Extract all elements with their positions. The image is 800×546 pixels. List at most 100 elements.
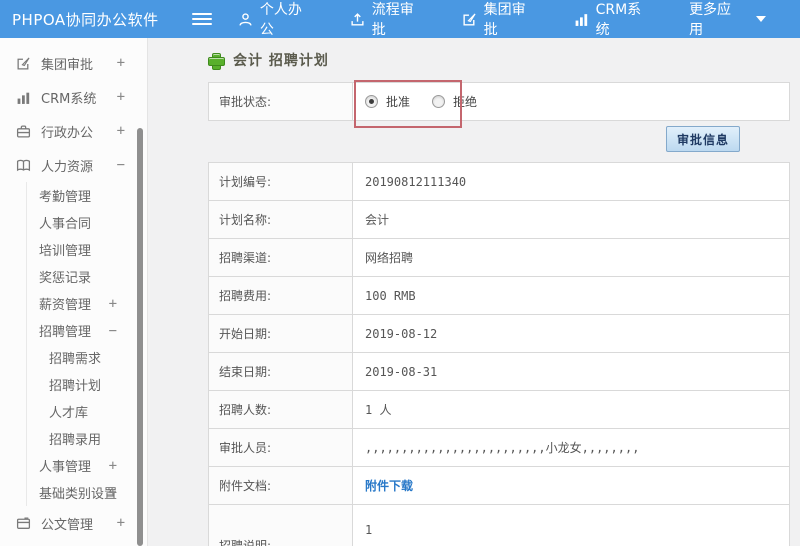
table-row: 计划名称: 会计: [208, 200, 790, 239]
table-row: 招聘人数: 1 人: [208, 390, 790, 429]
approval-radio-group: 批准 拒绝: [365, 93, 777, 110]
approval-section: 审批状态: 批准 拒绝 审批信息: [208, 80, 790, 157]
sidebar-item-recruit-plan[interactable]: 招聘计划: [26, 371, 147, 398]
field-label: 招聘渠道:: [208, 238, 353, 277]
sidebar-item-group-approval[interactable]: 集团审批 +: [0, 46, 147, 80]
expand-toggle[interactable]: +: [117, 515, 125, 531]
document-icon: [16, 516, 32, 531]
sidebar-item-reward-punish[interactable]: 奖惩记录: [26, 263, 147, 290]
radio-unchecked-icon[interactable]: [432, 95, 446, 108]
app-logo: PHPOA协同办公软件: [12, 10, 159, 29]
bar-chart-icon: [16, 90, 32, 105]
nav-crm-system[interactable]: CRM系统: [574, 0, 656, 39]
field-value: 会计: [352, 200, 790, 239]
nav-label: CRM系统: [595, 2, 642, 38]
nav-label: 集团审批: [483, 2, 526, 38]
main-content: 会计 招聘计划 审批状态: 批准 拒绝 审批信息 计划编号: 201908121…: [148, 38, 800, 546]
sidebar-item-base-category[interactable]: 基础类别设置 +: [26, 479, 147, 506]
topbar: PHPOA协同办公软件 个人办公 流程审批 集团审批 CRM系统 更多应用: [0, 0, 800, 38]
field-value: 100 RMB: [352, 276, 790, 315]
nav-label: 个人办公: [259, 2, 302, 38]
nav-label: 更多应用: [689, 2, 732, 38]
sidebar-item-personnel[interactable]: 人事管理 +: [26, 452, 147, 479]
person-icon: [238, 12, 253, 27]
sidebar-item-recruit-demand[interactable]: 招聘需求: [26, 344, 147, 371]
sidebar: 集团审批 + CRM系统 + 行政办公 + 人力资源 − 考勤管理 人事合同 培…: [0, 38, 148, 546]
briefcase-icon: [16, 124, 32, 139]
nav-label: 流程审批: [371, 2, 414, 38]
sidebar-item-admin-office[interactable]: 行政办公 +: [0, 114, 147, 148]
table-row: 结束日期: 2019-08-31: [208, 352, 790, 391]
table-row: 审批状态: 批准 拒绝: [208, 82, 790, 121]
hamburger-icon[interactable]: [191, 13, 212, 25]
field-label: 附件文档:: [208, 466, 353, 505]
field-value: ,,,,,,,,,,,,,,,,,,,,,,,,,小龙女,,,,,,,,: [352, 428, 790, 467]
table-row: 开始日期: 2019-08-12: [208, 314, 790, 353]
sidebar-item-crm[interactable]: CRM系统 +: [0, 80, 147, 114]
field-value: 2019-08-12: [352, 314, 790, 353]
expand-toggle[interactable]: +: [109, 485, 117, 501]
sidebar-item-hr[interactable]: 人力资源 −: [0, 148, 147, 182]
field-value: 1 2: [352, 504, 790, 546]
sidebar-item-talent-pool[interactable]: 人才库: [26, 398, 147, 425]
attachment-download-link[interactable]: 附件下载: [365, 479, 413, 493]
nav-workflow-approval[interactable]: 流程审批: [350, 0, 428, 39]
field-label: 招聘人数:: [208, 390, 353, 429]
table-row: 审批人员: ,,,,,,,,,,,,,,,,,,,,,,,,,小龙女,,,,,,…: [208, 428, 790, 467]
page-title: 会计 招聘计划: [208, 50, 800, 70]
field-label: 审批状态:: [208, 82, 353, 121]
expand-toggle[interactable]: +: [117, 89, 125, 105]
approval-info-button[interactable]: 审批信息: [666, 126, 740, 152]
sidebar-item-vehicle[interactable]: 用车管理 +: [0, 540, 147, 546]
sidebar-item-recruit-mgmt[interactable]: 招聘管理 −: [26, 317, 147, 344]
collapse-toggle[interactable]: −: [109, 323, 117, 339]
edit-square-icon: [16, 56, 32, 71]
table-row: 附件文档: 附件下载: [208, 466, 790, 505]
button-bar: 审批信息: [208, 121, 790, 157]
field-label: 开始日期:: [208, 314, 353, 353]
field-label: 审批人员:: [208, 428, 353, 467]
reject-option[interactable]: 拒绝: [432, 93, 477, 110]
caret-down-icon: [755, 16, 766, 22]
sidebar-item-documents[interactable]: 公文管理 +: [0, 506, 147, 540]
table-row: 计划编号: 20190812111340: [208, 162, 790, 201]
field-label: 结束日期:: [208, 352, 353, 391]
nav-more-apps[interactable]: 更多应用: [689, 0, 766, 39]
top-nav: 个人办公 流程审批 集团审批 CRM系统 更多应用: [238, 0, 800, 39]
field-label: 招聘费用:: [208, 276, 353, 315]
plan-detail-table: 计划编号: 20190812111340 计划名称: 会计 招聘渠道: 网络招聘…: [208, 162, 790, 546]
field-label: 招聘说明:: [208, 504, 353, 546]
green-plus-icon: [208, 52, 225, 70]
nav-personal-office[interactable]: 个人办公: [238, 0, 316, 39]
table-row: 招聘费用: 100 RMB: [208, 276, 790, 315]
field-value: 20190812111340: [352, 162, 790, 201]
field-label: 计划编号:: [208, 162, 353, 201]
field-value: 2019-08-31: [352, 352, 790, 391]
workflow-icon: [350, 12, 365, 27]
sidebar-item-attendance[interactable]: 考勤管理: [26, 182, 147, 209]
sidebar-item-hr-contract[interactable]: 人事合同: [26, 209, 147, 236]
description-line: 1: [365, 523, 373, 537]
expand-toggle[interactable]: +: [117, 55, 125, 71]
sidebar-item-recruit-hire[interactable]: 招聘录用: [26, 425, 147, 452]
table-row: 招聘渠道: 网络招聘: [208, 238, 790, 277]
radio-checked-icon[interactable]: [365, 95, 378, 108]
sidebar-item-training[interactable]: 培训管理: [26, 236, 147, 263]
book-icon: [16, 158, 32, 173]
expand-toggle[interactable]: +: [109, 458, 117, 474]
approve-option[interactable]: 批准: [365, 93, 410, 110]
bar-chart-icon: [574, 12, 589, 27]
expand-toggle[interactable]: +: [109, 296, 117, 312]
nav-group-approval[interactable]: 集团审批: [462, 0, 540, 39]
edit-square-icon: [462, 12, 477, 27]
approval-status-table: 审批状态: 批准 拒绝: [208, 82, 790, 121]
field-value: 1 人: [352, 390, 790, 429]
table-row: 招聘说明: 1 2: [208, 504, 790, 546]
collapse-toggle[interactable]: −: [117, 157, 125, 173]
expand-toggle[interactable]: +: [117, 123, 125, 139]
field-label: 计划名称:: [208, 200, 353, 239]
page-title-text: 会计 招聘计划: [233, 53, 329, 69]
sidebar-scrollbar[interactable]: [137, 128, 143, 546]
sidebar-item-salary[interactable]: 薪资管理 +: [26, 290, 147, 317]
field-value: 网络招聘: [352, 238, 790, 277]
